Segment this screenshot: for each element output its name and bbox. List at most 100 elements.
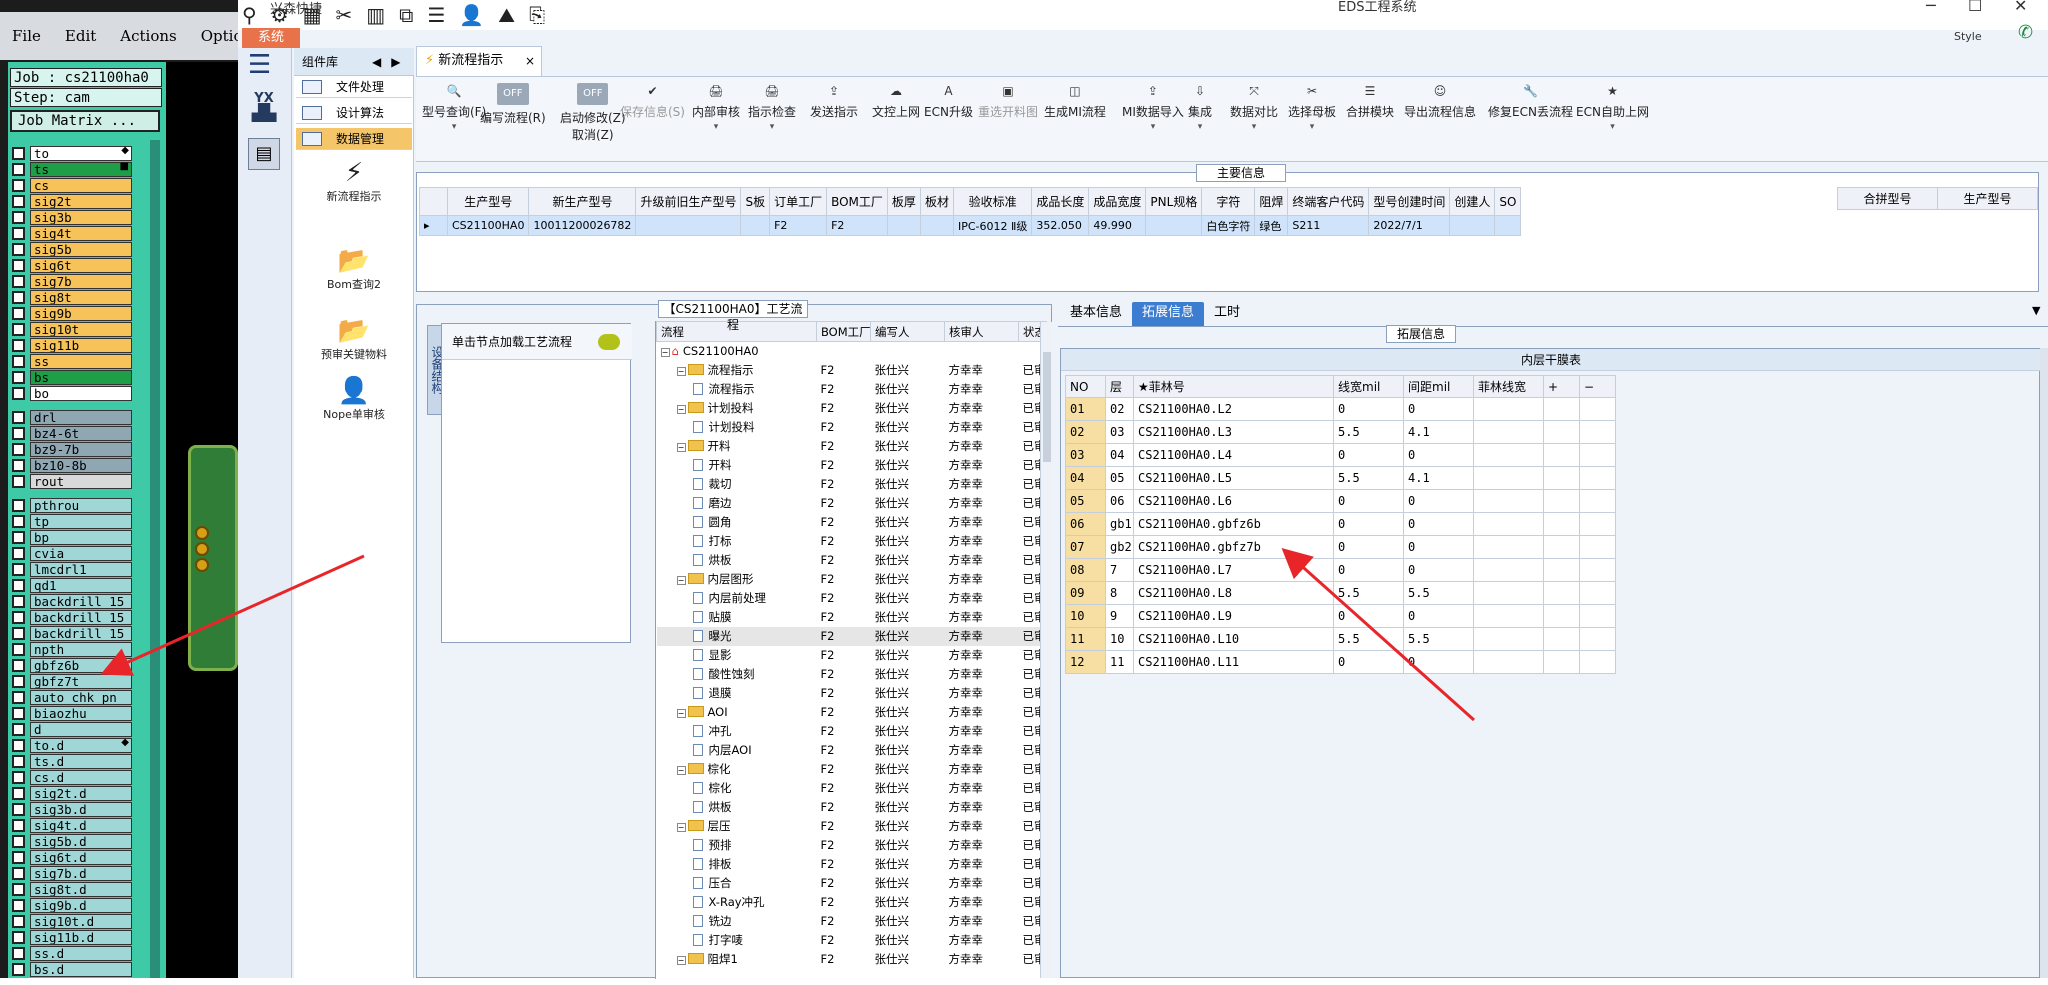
- table-cell[interactable]: [1145, 215, 1203, 236]
- shortcut-item[interactable]: 📂 Bom查询2: [294, 246, 414, 292]
- ribbon-button[interactable]: ⇪ MI数据导入 ▾: [1122, 83, 1184, 132]
- layer-row[interactable]: sig3b: [12, 209, 132, 225]
- table-row[interactable]: 11 10 CS21100HA0.L10 5.5 5.5: [1065, 627, 1616, 651]
- tree-row[interactable]: −流程指示F2张仕兴方幸幸已审核: [657, 361, 1047, 380]
- table-cell[interactable]: [1579, 443, 1616, 467]
- checkbox-icon[interactable]: [12, 354, 25, 368]
- layer-row[interactable]: bz9-7b: [12, 441, 132, 457]
- table-cell[interactable]: [886, 215, 921, 236]
- tree-row[interactable]: 烘板F2张仕兴方幸幸已审核: [657, 551, 1047, 570]
- checkbox-icon[interactable]: [12, 442, 25, 456]
- table-row[interactable]: 02 03 CS21100HA0.L3 5.5 4.1: [1065, 420, 1616, 444]
- image-icon[interactable]: ⛰: [498, 3, 515, 27]
- table-cell[interactable]: [1473, 604, 1544, 628]
- tree-scrollbar[interactable]: [1040, 322, 1052, 978]
- checkbox-icon[interactable]: [12, 962, 25, 976]
- table-cell[interactable]: [1473, 581, 1544, 605]
- table-cell[interactable]: [1579, 466, 1616, 490]
- checkbox-icon[interactable]: [12, 578, 25, 592]
- ribbon-button[interactable]: ✔ 保存信息(S): [620, 83, 685, 120]
- table-cell[interactable]: 0: [1333, 397, 1404, 421]
- checkbox-icon[interactable]: [12, 642, 25, 656]
- checkbox-icon[interactable]: [12, 594, 25, 608]
- layer-row[interactable]: ts ■: [12, 161, 132, 177]
- tree-node[interactable]: 曝光: [656, 626, 817, 646]
- checkbox-icon[interactable]: [12, 690, 25, 704]
- job-matrix-button[interactable]: Job Matrix ...: [10, 110, 160, 132]
- table-cell[interactable]: 2022/7/1: [1368, 215, 1451, 236]
- tree-node[interactable]: 预排: [657, 836, 817, 855]
- column-header[interactable]: 升级前旧生产型号: [635, 187, 742, 216]
- table-cell[interactable]: [1543, 489, 1580, 513]
- layer-row[interactable]: cs: [12, 177, 132, 193]
- table-row[interactable]: 08 7 CS21100HA0.L7 0 0: [1065, 558, 1616, 582]
- table-cell[interactable]: 10011200026782: [528, 215, 637, 236]
- ribbon-button[interactable]: ☰ 合拼模块: [1346, 83, 1394, 120]
- table-cell[interactable]: [1579, 581, 1616, 605]
- dropdown-icon[interactable]: ▾: [1288, 122, 1336, 132]
- column-header[interactable]: 生产型号: [1937, 187, 2038, 210]
- tab-new-process[interactable]: ⚡ 新流程指示 ×: [416, 46, 542, 76]
- layer-row[interactable]: sig6t.d: [12, 849, 132, 865]
- table-cell[interactable]: 0: [1403, 558, 1474, 582]
- dropdown-icon[interactable]: ▾: [1188, 122, 1212, 132]
- tree-node[interactable]: − AOI: [657, 703, 817, 722]
- table-cell[interactable]: [1579, 650, 1616, 674]
- column-header[interactable]: BOM工厂: [826, 187, 888, 216]
- tree-node[interactable]: − 计划投料: [657, 399, 817, 418]
- checkbox-icon[interactable]: [12, 178, 25, 192]
- layer-row[interactable]: bz10-8b: [12, 457, 132, 473]
- layer-row[interactable]: gbfz7t: [12, 673, 132, 689]
- column-header[interactable]: SO: [1494, 187, 1522, 216]
- checkbox-icon[interactable]: [12, 770, 25, 784]
- layer-row[interactable]: bs: [12, 369, 132, 385]
- tree-row[interactable]: 冲孔F2张仕兴方幸幸已审核: [657, 722, 1047, 741]
- checkbox-icon[interactable]: [12, 410, 25, 424]
- layer-row[interactable]: biaozhu: [12, 705, 132, 721]
- table-cell[interactable]: 9: [1105, 604, 1134, 628]
- scroll-thumb[interactable]: [1043, 352, 1051, 462]
- table-cell[interactable]: [1543, 650, 1580, 674]
- layer-row[interactable]: sig11b.d: [12, 929, 132, 945]
- phone-icon[interactable]: ✆: [2018, 22, 2033, 43]
- info-tab[interactable]: 工时: [1204, 302, 1250, 326]
- table-cell[interactable]: [1473, 489, 1544, 513]
- table-cell[interactable]: 11: [1105, 650, 1134, 674]
- tree-node[interactable]: 棕化: [657, 779, 817, 798]
- column-header[interactable]: S板: [740, 187, 771, 216]
- table-cell[interactable]: CS21100HA0.L5: [1133, 466, 1334, 490]
- table-cell[interactable]: 0: [1403, 535, 1474, 559]
- table-cell[interactable]: CS21100HA0.gbfz6b: [1133, 512, 1334, 536]
- tree-row[interactable]: 退膜F2张仕兴方幸幸已审核: [657, 684, 1047, 703]
- checkbox-icon[interactable]: [12, 162, 25, 176]
- layer-row[interactable]: sig5b: [12, 241, 132, 257]
- layer-row[interactable]: cvia: [12, 545, 132, 561]
- layer-scrollbar[interactable]: [150, 140, 160, 978]
- table-cell[interactable]: [1473, 627, 1544, 651]
- table-cell[interactable]: CS21100HA0: [446, 215, 530, 236]
- checkbox-icon[interactable]: [12, 738, 25, 752]
- table-cell[interactable]: 0: [1333, 535, 1404, 559]
- checkbox-icon[interactable]: [12, 322, 25, 336]
- column-header[interactable]: −: [1579, 375, 1616, 398]
- table-cell[interactable]: CS21100HA0.L11: [1133, 650, 1334, 674]
- checkbox-icon[interactable]: [12, 514, 25, 528]
- tree-row[interactable]: −计划投料F2张仕兴方幸幸已审核: [657, 399, 1047, 418]
- tree-node[interactable]: 酸性蚀刻: [657, 665, 817, 684]
- column-header[interactable]: ★菲林号: [1133, 375, 1334, 398]
- table-cell[interactable]: 03: [1105, 420, 1134, 444]
- tree-row[interactable]: 打标F2张仕兴方幸幸已审核: [657, 532, 1047, 551]
- checkbox-icon[interactable]: [12, 946, 25, 960]
- layer-row[interactable]: gbfz6b: [12, 657, 132, 673]
- table-cell[interactable]: 白色字符: [1201, 215, 1256, 236]
- info-tab[interactable]: 拓展信息: [1132, 302, 1205, 326]
- column-header[interactable]: 阻焊: [1254, 187, 1289, 216]
- collapse-icon[interactable]: −: [676, 367, 686, 376]
- column-header[interactable]: 创建人: [1449, 187, 1496, 216]
- layer-row[interactable]: sig9b: [12, 305, 132, 321]
- layer-row[interactable]: qd1: [12, 577, 132, 593]
- table-cell[interactable]: [1494, 215, 1522, 236]
- tree-row[interactable]: −层压F2张仕兴方幸幸已审核: [657, 817, 1047, 836]
- layer-row[interactable]: ts.d: [12, 753, 132, 769]
- table-cell[interactable]: [635, 215, 742, 236]
